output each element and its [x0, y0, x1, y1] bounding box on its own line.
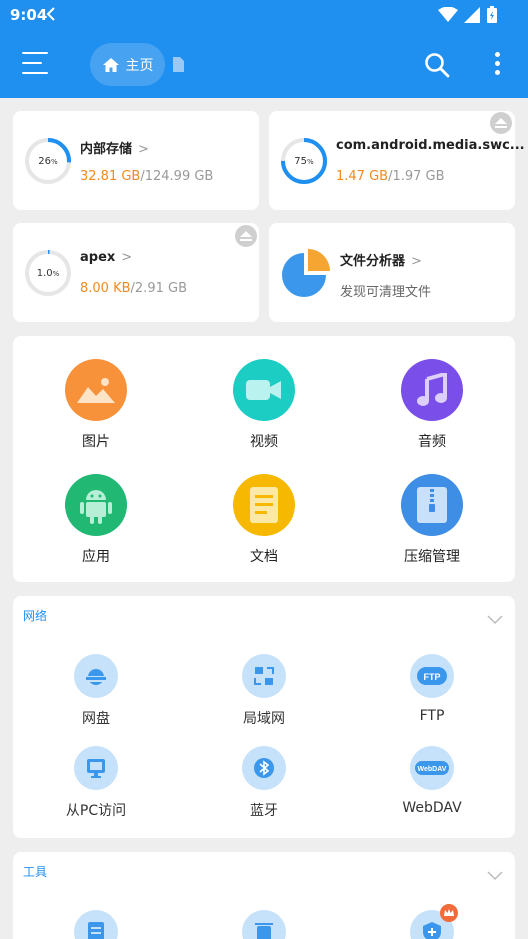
storage-title: 内部存储 >: [80, 142, 149, 157]
category-documents[interactable]: 文档: [204, 474, 324, 566]
analyzer-title: 文件分析器 >: [340, 254, 422, 269]
network-bluetooth[interactable]: 蓝牙: [204, 746, 324, 820]
bluetooth-icon: [242, 746, 286, 790]
zip-icon: [401, 474, 463, 536]
storage-card-apex[interactable]: 1.0% apex > 8.00 KB/2.91 GB: [13, 223, 259, 322]
image-icon: [65, 359, 127, 421]
svg-text:FTP: FTP: [424, 672, 441, 682]
network-cloud[interactable]: 网盘: [36, 654, 156, 728]
storage-card-internal[interactable]: 26% 内部存储 > 32.81 GB/124.99 GB: [13, 111, 259, 210]
lan-icon: [242, 654, 286, 698]
menu-button[interactable]: [22, 52, 48, 76]
tool-item[interactable]: [204, 910, 324, 939]
section-title-network: 网络: [23, 609, 48, 623]
usage-percent: 1.0: [36, 267, 53, 279]
back-chevron-icon: [46, 6, 56, 26]
category-images[interactable]: 图片: [36, 359, 156, 451]
network-lan[interactable]: 局域网: [204, 654, 324, 728]
home-tab-label: 主页: [125, 57, 154, 74]
network-ftp[interactable]: FTP FTP: [372, 654, 492, 724]
usage-percent: 26: [38, 155, 52, 167]
search-icon[interactable]: [424, 52, 450, 82]
pc-icon: [74, 746, 118, 790]
chevron-right-icon: >: [138, 142, 149, 157]
status-bar: 9:04: [0, 0, 528, 30]
analyzer-subtitle: 发现可清理文件: [340, 285, 432, 300]
battery-icon: [487, 6, 497, 23]
home-icon: [102, 57, 119, 72]
shield-plus-icon: [410, 904, 458, 939]
music-icon: [401, 359, 463, 421]
chevron-right-icon: >: [411, 254, 422, 269]
network-panel: 网络 网盘 局域网 FTP FTP 从PC访问 蓝牙 WebDAV WebDAV: [13, 596, 515, 838]
network-pc-access[interactable]: 从PC访问: [36, 746, 156, 820]
tools-panel: 工具: [13, 852, 515, 939]
section-title-tools: 工具: [23, 865, 48, 879]
wifi-icon: [438, 7, 458, 22]
tool-item[interactable]: [36, 910, 156, 939]
webdav-icon: WebDAV: [410, 746, 454, 790]
category-audio[interactable]: 音频: [372, 359, 492, 451]
document-icon: [233, 474, 295, 536]
storage-title: com.android.media.swc...>: [336, 138, 525, 153]
category-videos[interactable]: 视频: [204, 359, 324, 451]
app-bar: 主页: [0, 30, 528, 98]
more-options-icon[interactable]: [490, 52, 504, 78]
category-archives[interactable]: 压缩管理: [372, 474, 492, 566]
chevron-right-icon: >: [121, 250, 133, 265]
svg-text:WebDAV: WebDAV: [418, 766, 447, 773]
status-time: 9:04: [10, 6, 48, 24]
crown-icon: [440, 904, 458, 922]
chevron-down-icon[interactable]: [487, 610, 503, 629]
chevron-down-icon[interactable]: [487, 866, 503, 885]
home-tab[interactable]: 主页: [90, 43, 165, 86]
tool-item[interactable]: [372, 904, 492, 939]
network-webdav[interactable]: WebDAV WebDAV: [372, 746, 492, 816]
storage-usage: 32.81 GB/124.99 GB: [80, 169, 214, 184]
category-panel: 图片 视频 音频 应用 文档 压缩管理: [13, 336, 515, 582]
cloud-icon: [74, 654, 118, 698]
pie-chart-icon: [282, 249, 330, 297]
eject-icon[interactable]: [490, 112, 512, 134]
ftp-icon: FTP: [410, 654, 454, 698]
recycle-bin-icon: [242, 910, 286, 939]
file-icon[interactable]: [172, 57, 184, 76]
usage-percent: 75: [294, 155, 308, 167]
signal-icon: [464, 7, 480, 23]
android-icon: [65, 474, 127, 536]
note-icon: [74, 910, 118, 939]
storage-title: apex >: [80, 250, 133, 265]
video-icon: [233, 359, 295, 421]
storage-usage: 1.47 GB/1.97 GB: [336, 169, 445, 184]
storage-usage: 8.00 KB/2.91 GB: [80, 281, 187, 296]
category-apps[interactable]: 应用: [36, 474, 156, 566]
storage-card-media[interactable]: 75% com.android.media.swc...> 1.47 GB/1.…: [269, 111, 525, 210]
file-analyzer-card[interactable]: 文件分析器 > 发现可清理文件: [269, 223, 515, 322]
eject-icon[interactable]: [235, 225, 257, 247]
